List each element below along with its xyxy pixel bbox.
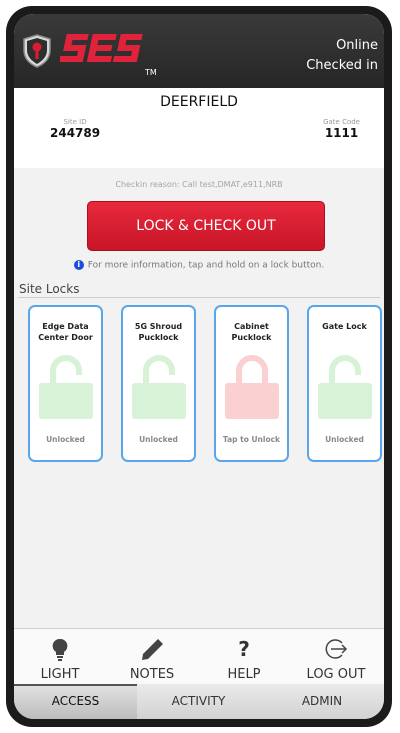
brand-logo-mark <box>58 34 143 62</box>
lock-status: Unlocked <box>139 435 178 444</box>
lock-card-title: Gate Lock <box>309 321 380 332</box>
lock-card-gate-lock[interactable]: Gate Lock Unlocked <box>307 305 382 462</box>
logout-label: LOG OUT <box>306 667 366 682</box>
closed-padlock-icon <box>225 355 279 419</box>
lock-card-title: Edge Data Center Door <box>30 321 101 343</box>
lock-title-line2: Pucklock <box>138 333 179 342</box>
tab-admin[interactable]: ADMIN <box>260 684 384 719</box>
open-padlock-icon <box>39 355 93 419</box>
lock-card-title: 5G Shroud Pucklock <box>123 321 194 343</box>
app-header: TM Online Checked in <box>14 14 384 88</box>
info-hint: i For more information, tap and hold on a… <box>14 260 384 271</box>
info-hint-text: For more information, tap and hold on a … <box>87 260 325 271</box>
lock-and-checkout-button[interactable]: LOCK & CHECK OUT <box>87 201 325 251</box>
action-toolbar: LIGHT NOTES ? HELP LOG OUT <box>14 628 384 685</box>
site-id-label: Site ID <box>63 118 87 126</box>
lightbulb-icon <box>52 638 68 661</box>
logout-button[interactable]: LOG OUT <box>290 629 382 685</box>
bottom-tab-bar: ACCESS ACTIVITY ADMIN <box>14 684 384 719</box>
notes-label: NOTES <box>129 667 175 682</box>
lock-title-line1: Gate Lock <box>322 322 367 331</box>
light-label: LIGHT <box>40 667 80 682</box>
site-id-block: Site ID 244789 <box>50 118 100 140</box>
lock-card-edge-data-center-door[interactable]: Edge Data Center Door Unlocked <box>28 305 103 462</box>
checkin-status: Checked in <box>306 58 378 73</box>
logout-icon <box>325 639 348 659</box>
tab-access[interactable]: ACCESS <box>14 684 137 719</box>
trademark-mark: TM <box>145 68 157 77</box>
lock-card-cabinet-pucklock[interactable]: Cabinet Pucklock Tap to Unlock <box>214 305 289 462</box>
lock-cards: Edge Data Center Door Unlocked 5G Shroud… <box>28 305 382 465</box>
help-button[interactable]: ? HELP <box>198 629 290 685</box>
gate-code-block: Gate Code 1111 <box>323 118 360 140</box>
site-name: DEERFIELD <box>160 94 238 110</box>
open-padlock-icon <box>318 355 372 419</box>
tab-activity[interactable]: ACTIVITY <box>137 684 260 719</box>
site-id-value: 244789 <box>50 126 101 140</box>
help-label: HELP <box>227 667 261 682</box>
lock-status: Unlocked <box>46 435 85 444</box>
lock-title-line1: Edge Data <box>42 322 89 331</box>
access-body: Checkin reason: Call test,DMAT,e911,NRB … <box>14 168 384 628</box>
lock-status: Unlocked <box>325 435 364 444</box>
open-padlock-icon <box>132 355 186 419</box>
lock-card-title: Cabinet Pucklock <box>216 321 287 343</box>
online-status: Online <box>336 38 378 53</box>
gate-code-label: Gate Code <box>323 118 360 126</box>
lock-title-line1: 5G Shroud <box>134 322 183 331</box>
lock-status: Tap to Unlock <box>222 435 281 444</box>
app-screen: TM Online Checked in DEERFIELD Site ID 2… <box>14 14 384 719</box>
notes-button[interactable]: NOTES <box>106 629 198 685</box>
phone-frame: TM Online Checked in DEERFIELD Site ID 2… <box>6 6 392 727</box>
info-icon: i <box>73 260 84 270</box>
brand-logo: TM <box>58 28 157 77</box>
section-divider <box>18 297 380 298</box>
site-locks-title: Site Locks <box>19 282 80 296</box>
connection-status: Online Checked in <box>306 36 378 76</box>
lock-title-line2: Pucklock <box>231 333 272 342</box>
checkin-reason: Checkin reason: Call test,DMAT,e911,NRB <box>115 180 283 189</box>
shield-logo-icon <box>23 34 51 68</box>
help-icon: ? <box>238 637 250 661</box>
gate-code-value: 1111 <box>324 126 359 140</box>
lock-card-5g-shroud-pucklock[interactable]: 5G Shroud Pucklock Unlocked <box>121 305 196 462</box>
lock-title-line2: Center Door <box>38 333 93 342</box>
lock-title-line1: Cabinet <box>234 322 269 331</box>
site-info-panel: DEERFIELD Site ID 244789 Gate Code 1111 <box>14 88 384 168</box>
light-button[interactable]: LIGHT <box>14 629 106 685</box>
pencil-icon <box>142 639 163 660</box>
